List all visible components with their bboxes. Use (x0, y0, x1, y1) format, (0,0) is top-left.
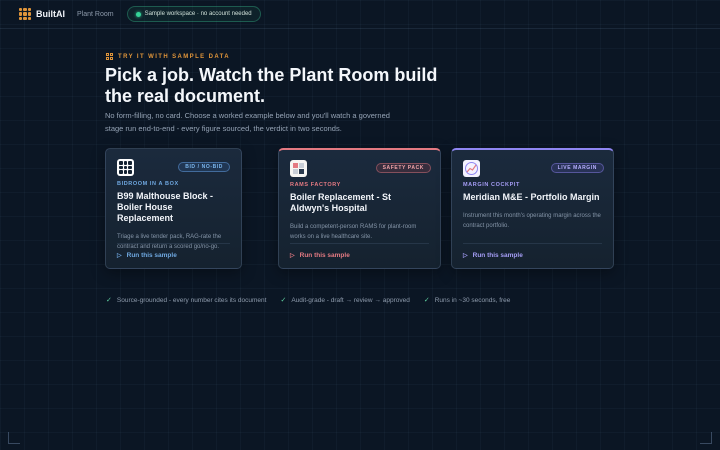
card-badge: SAFETY PACK (375, 163, 431, 173)
brand-name: BuiltAI (36, 9, 65, 19)
builtai-logo-icon (19, 8, 31, 20)
card-description: Triage a live tender pack, RAG-rate the … (117, 234, 222, 250)
nav-plant-room[interactable]: Plant Room (77, 11, 114, 18)
card-divider (117, 243, 230, 244)
run-sample-button[interactable]: ▷ Run this sample (463, 252, 523, 259)
corner-marker (8, 432, 20, 444)
status-dot-icon (135, 11, 141, 17)
check-icon: ✓ (280, 297, 287, 304)
sample-card-bidroom[interactable]: BID / NO-BID BIDROOM IN A BOX B99 Maltho… (105, 148, 242, 269)
card-description: Instrument this month's operating margin… (463, 213, 601, 229)
card-category: BIDROOM IN A BOX (117, 181, 179, 187)
brand-logo[interactable]: BuiltAI (19, 8, 65, 20)
margin-chart-icon (463, 160, 480, 177)
page-subtitle: No form-filling, no card. Choose a worke… (105, 111, 390, 133)
card-title: Meridian M&E - Portfolio Margin (463, 192, 600, 202)
card-divider (463, 243, 602, 244)
run-sample-label: Run this sample (299, 252, 350, 259)
run-sample-label: Run this sample (126, 252, 177, 259)
check-icon: ✓ (423, 297, 430, 304)
feature-text: Audit-grade - draft → review → approved (291, 296, 410, 304)
page-title: Pick a job. Watch the Plant Room build t… (105, 65, 438, 106)
card-badge: LIVE MARGIN (550, 163, 604, 173)
card-title: B99 Malthouse Block - Boiler House Repla… (117, 191, 214, 223)
top-bar: BuiltAI Plant Room Sample workspace · no… (0, 0, 720, 29)
card-category: RAMS FACTORY (290, 182, 341, 188)
rams-icon (290, 160, 307, 177)
card-category: MARGIN COCKPIT (463, 182, 520, 188)
feature-list: ✓ Source-grounded - every number cites i… (106, 296, 511, 305)
sample-data-icon (106, 53, 113, 60)
card-title: Boiler Replacement - St Aldwyn's Hospita… (290, 192, 392, 213)
sample-card-margin[interactable]: LIVE MARGIN MARGIN COCKPIT Meridian M&E … (451, 148, 614, 269)
feature-item: ✓ Source-grounded - every number cites i… (106, 296, 267, 305)
card-badge: BID / NO-BID (178, 162, 230, 172)
feature-text: Source-grounded - every number cites its… (116, 296, 267, 304)
feature-text: Runs in ~30 seconds, free (434, 296, 511, 304)
play-icon: ▷ (463, 253, 468, 259)
workspace-status-text: Sample workspace · no account needed (144, 11, 252, 17)
sample-card-rams[interactable]: SAFETY PACK RAMS FACTORY Boiler Replacem… (278, 148, 441, 269)
card-divider (290, 243, 429, 244)
corner-marker (700, 432, 712, 444)
workspace-status-pill: Sample workspace · no account needed (126, 6, 261, 22)
eyebrow-text: TRY IT WITH SAMPLE DATA (118, 53, 230, 60)
grid-icon (117, 159, 134, 176)
play-icon: ▷ (290, 253, 295, 259)
run-sample-button[interactable]: ▷ Run this sample (290, 252, 350, 259)
feature-item: ✓ Audit-grade - draft → review → approve… (280, 296, 410, 305)
feature-item: ✓ Runs in ~30 seconds, free (423, 296, 511, 305)
run-sample-button[interactable]: ▷ Run this sample (117, 252, 177, 259)
eyebrow: TRY IT WITH SAMPLE DATA (106, 53, 230, 60)
play-icon: ▷ (117, 253, 122, 259)
run-sample-label: Run this sample (472, 252, 523, 259)
check-icon: ✓ (106, 297, 112, 304)
card-description: Build a competent-person RAMS for plant-… (290, 224, 417, 240)
